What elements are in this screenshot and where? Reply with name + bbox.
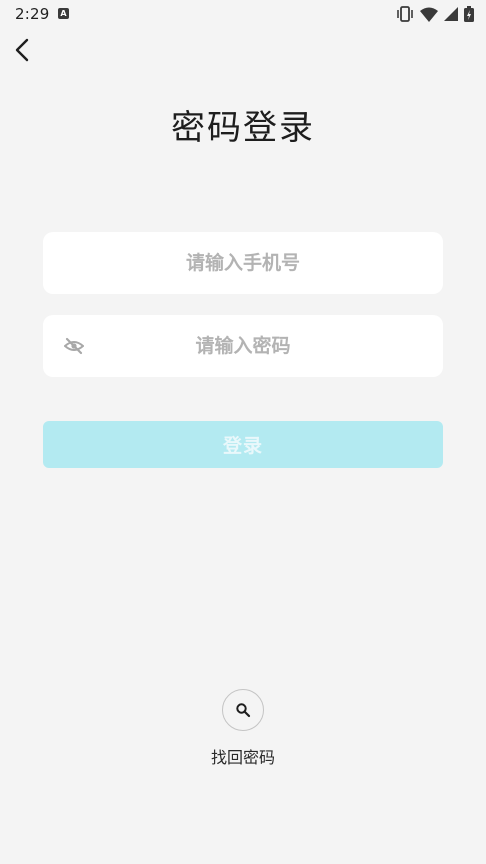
- login-button[interactable]: 登录: [43, 421, 443, 468]
- login-screen: 2:29 A 密码登录 请输入手机号 登录 找回密码: [0, 0, 486, 864]
- password-input[interactable]: [43, 315, 443, 377]
- eye-off-icon: [64, 337, 84, 355]
- find-password-button[interactable]: 找回密码: [193, 689, 293, 769]
- notification-a-icon: A: [58, 8, 69, 19]
- wifi-icon: [420, 7, 438, 22]
- back-button[interactable]: [6, 34, 38, 66]
- battery-charging-icon: [464, 6, 474, 22]
- find-password-label: 找回密码: [210, 748, 275, 767]
- phone-input-card: [43, 232, 443, 294]
- search-icon: [236, 703, 251, 718]
- vibrate-icon: [396, 6, 414, 22]
- status-time: 2:29: [15, 5, 50, 23]
- chevron-left-icon: [15, 38, 29, 62]
- status-bar: 2:29 A: [0, 0, 486, 28]
- phone-input[interactable]: [43, 232, 443, 294]
- signal-icon: [444, 7, 458, 21]
- password-visibility-toggle[interactable]: [63, 336, 85, 356]
- password-input-card: [43, 315, 443, 377]
- find-password-circle[interactable]: [222, 689, 264, 731]
- status-icons: [396, 5, 474, 23]
- page-title: 密码登录: [171, 108, 315, 148]
